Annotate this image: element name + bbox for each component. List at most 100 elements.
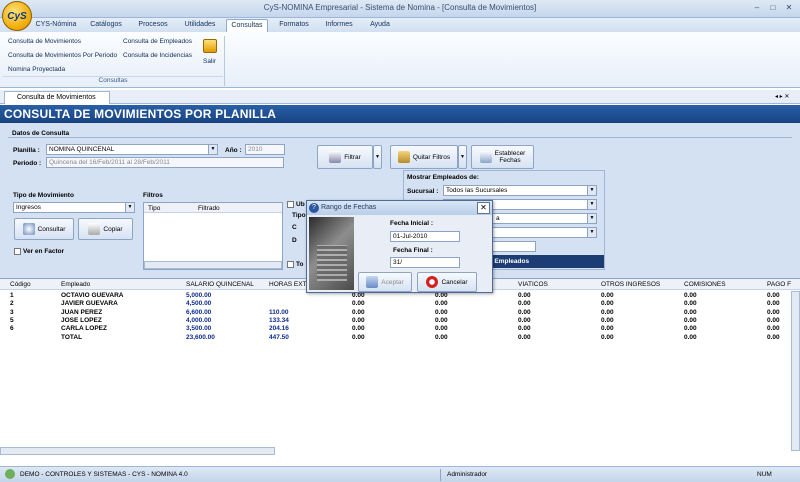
- horizontal-scrollbar[interactable]: [144, 261, 282, 269]
- search-icon: [22, 223, 35, 235]
- cell-c5: 0.00: [435, 308, 448, 316]
- quitar-filtros-button[interactable]: Quitar Filtros: [390, 145, 458, 169]
- cell-horas: 204.16: [269, 325, 289, 333]
- ver-factor-label: Ver en Factor: [23, 248, 65, 255]
- cell-empleado: CARLA LOPEZ: [61, 325, 107, 333]
- tipo-option-label: Tipo: [292, 212, 306, 219]
- ribbon-consulta-movimientos[interactable]: Consulta de Movimientos: [8, 38, 81, 45]
- fechas-label: Fechas: [499, 157, 521, 164]
- chevron-down-icon[interactable]: ▼: [587, 228, 596, 237]
- cell-empleado: JOSE LOPEZ: [61, 316, 102, 324]
- filter-field-5[interactable]: [490, 241, 536, 252]
- cell-c4: 0.00: [352, 300, 365, 308]
- anio-field[interactable]: 2010: [245, 144, 285, 155]
- periodo-label: Periodo :: [13, 160, 42, 167]
- to-checkbox[interactable]: [287, 261, 294, 268]
- cell-empleado: TOTAL: [61, 333, 83, 341]
- ribbon-nomina-proyectada[interactable]: Nomina Proyectada: [8, 66, 65, 73]
- cancelar-label: Cancelar: [441, 278, 468, 286]
- grid-vertical-scrollbar[interactable]: [791, 291, 800, 451]
- quitar-dropdown[interactable]: ▼: [458, 145, 467, 169]
- tab-catalogos[interactable]: Catálogos: [85, 19, 127, 32]
- cancel-icon: [426, 276, 439, 288]
- ribbon-salir[interactable]: Salir: [203, 58, 216, 65]
- anio-value: 2010: [248, 146, 263, 153]
- copiar-button[interactable]: Copiar: [78, 218, 133, 240]
- filtros-list[interactable]: Tipo Filtrado: [143, 202, 283, 270]
- chevron-down-icon[interactable]: ▼: [125, 203, 134, 212]
- cell-horas: 110.00: [269, 308, 289, 316]
- ribbon-consulta-incidencias[interactable]: Consulta de Incidencias: [123, 52, 192, 59]
- cell-horas: 447.50: [269, 333, 289, 341]
- chevron-down-icon[interactable]: ▼: [587, 200, 596, 209]
- consultar-label: Consultar: [37, 225, 66, 233]
- cell-viat: 0.00: [518, 325, 531, 333]
- maximize-icon[interactable]: □: [767, 3, 779, 13]
- aceptar-label: Aceptar: [381, 278, 404, 286]
- tab-informes[interactable]: Informes: [320, 19, 358, 32]
- cell-empleado: JAVIER GUEVARA: [61, 300, 118, 308]
- close-icon[interactable]: ✕: [783, 3, 795, 13]
- establecer-fechas-button[interactable]: Establecer Fechas: [471, 145, 534, 169]
- fecha-final-input[interactable]: 31/: [390, 257, 460, 268]
- option-d-label[interactable]: D: [292, 237, 297, 244]
- col-viaticos[interactable]: VIATICOS: [518, 281, 548, 288]
- planilla-label: Planilla :: [13, 147, 40, 154]
- establecer-label: Establecer: [494, 150, 526, 157]
- filtros-label: Filtros: [143, 192, 163, 199]
- ribbon-consulta-movimientos-periodo[interactable]: Consulta de Movimientos Por Periodo: [8, 52, 117, 59]
- ver-factor-checkbox[interactable]: [14, 248, 21, 255]
- cell-codigo: 1: [10, 292, 14, 299]
- col-comisiones[interactable]: COMISIONES: [684, 281, 726, 288]
- col-empleado[interactable]: Empleado: [61, 281, 90, 288]
- col-horas-ext[interactable]: HORAS EXT: [269, 281, 307, 288]
- cell-viat: 0.00: [518, 316, 531, 324]
- tab-formatos[interactable]: Formatos: [274, 19, 314, 32]
- planilla-select[interactable]: NOMINA QUINCENAL ▼: [46, 144, 218, 155]
- col-pago[interactable]: PAGO F: [767, 281, 791, 288]
- cell-codigo: 2: [10, 300, 14, 308]
- option-c-label[interactable]: C: [292, 224, 297, 231]
- chevron-down-icon[interactable]: ▼: [587, 214, 596, 223]
- to-label: To: [296, 261, 304, 268]
- cys-logo[interactable]: CyS: [2, 1, 32, 31]
- tab-cys-nomina[interactable]: CYS-Nómina: [33, 19, 79, 32]
- col-salario[interactable]: SALARIO QUINCENAL: [186, 281, 254, 288]
- cell-salario: 5,000.00: [186, 292, 212, 299]
- periodo-field[interactable]: Quincena del 16/Feb/2011 al 28/Feb/2011: [46, 157, 284, 168]
- minimize-icon[interactable]: –: [751, 3, 763, 13]
- divider: [8, 137, 792, 138]
- filtrar-dropdown[interactable]: ▼: [373, 145, 382, 169]
- aceptar-button[interactable]: Aceptar: [358, 272, 412, 292]
- chevron-down-icon[interactable]: ▼: [208, 145, 217, 154]
- tab-utilidades[interactable]: Utilidades: [180, 19, 220, 32]
- cell-viat: 0.00: [518, 333, 531, 341]
- tab-consulta-movimientos[interactable]: Consulta de Movimientos: [4, 91, 110, 104]
- tipo-movimiento-label: Tipo de Movimiento: [13, 192, 74, 199]
- tab-ayuda[interactable]: Ayuda: [364, 19, 396, 32]
- grid-horizontal-scrollbar[interactable]: [0, 447, 275, 455]
- rango-fechas-dialog: Rango de Fechas ? ✕ Fecha Inicial : 01-J…: [306, 200, 493, 293]
- question-icon: ?: [309, 203, 319, 213]
- fecha-inicial-value: 01-Jul-2010: [393, 233, 428, 240]
- tipo-movimiento-select[interactable]: Ingresos ▼: [13, 202, 135, 213]
- chevron-down-icon[interactable]: ▼: [587, 186, 596, 195]
- key-icon[interactable]: [203, 39, 217, 53]
- dialog-title: Rango de Fechas: [307, 201, 492, 215]
- datos-label: Datos de Consulta: [12, 130, 70, 137]
- dialog-close-button[interactable]: ✕: [477, 202, 490, 214]
- col-codigo[interactable]: Código: [10, 281, 31, 288]
- ub-checkbox[interactable]: [287, 201, 294, 208]
- sucursal-select[interactable]: Todos las Sucursales ▼: [443, 185, 597, 196]
- cancelar-button[interactable]: Cancelar: [417, 272, 477, 292]
- tab-nav-icon[interactable]: ◂ ▸ ✕: [775, 93, 789, 100]
- filtrar-button[interactable]: Filtrar: [317, 145, 373, 169]
- tab-consultas[interactable]: Consultas: [226, 19, 268, 32]
- cell-codigo: 3: [10, 308, 14, 316]
- ribbon-consulta-empleados[interactable]: Consulta de Empleados: [123, 38, 192, 45]
- consultar-button[interactable]: Consultar: [14, 218, 74, 240]
- tab-procesos[interactable]: Procesos: [133, 19, 173, 32]
- fecha-inicial-input[interactable]: 01-Jul-2010: [390, 231, 460, 242]
- movements-grid[interactable]: Código Empleado SALARIO QUINCENAL HORAS …: [0, 278, 800, 464]
- col-otros-ingresos[interactable]: OTROS INGRESOS: [601, 281, 660, 288]
